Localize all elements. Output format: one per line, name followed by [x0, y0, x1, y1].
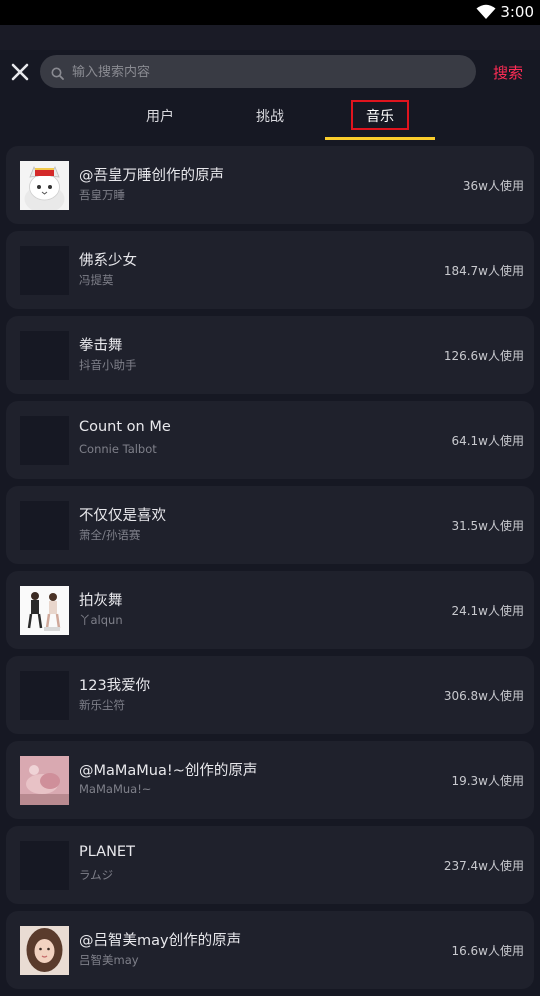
search-bar: 搜索 — [0, 50, 540, 96]
music-title: @吕智美may创作的原声 — [79, 933, 242, 949]
music-row[interactable]: @吕智美may创作的原声 吕智美may 16.6w人使用 — [6, 911, 534, 989]
music-title: 不仅仅是喜欢 — [79, 508, 166, 524]
search-input[interactable] — [70, 61, 464, 83]
music-title: Count on Me — [79, 419, 171, 435]
music-list: @吾皇万睡创作的原声 吾皇万睡 36w人使用 佛系少女 冯提莫 184.7w人使… — [6, 146, 534, 996]
music-usage-count: 19.3w人使用 — [451, 774, 524, 788]
tab-users[interactable]: 用户 — [120, 106, 200, 126]
music-title: 123我爱你 — [79, 678, 151, 694]
music-row[interactable]: 123我爱你 新乐尘符 306.8w人使用 — [6, 656, 534, 734]
music-usage-count: 64.1w人使用 — [451, 434, 524, 448]
music-usage-count: 36w人使用 — [462, 179, 524, 193]
music-usage-count: 306.8w人使用 — [443, 689, 524, 703]
music-cover — [20, 926, 69, 975]
music-title: PLANET — [79, 844, 135, 860]
music-row[interactable]: PLANET ラムジ 237.4w人使用 — [6, 826, 534, 904]
music-cover — [20, 841, 69, 890]
music-cover — [20, 586, 69, 635]
status-bar: 3:00 — [0, 0, 540, 25]
music-usage-count: 16.6w人使用 — [451, 944, 524, 958]
search-icon — [51, 65, 64, 84]
music-author: MaMaMua!~ — [79, 782, 152, 796]
search-box[interactable] — [40, 55, 476, 88]
music-row[interactable]: 拳击舞 抖音小助手 126.6w人使用 — [6, 316, 534, 394]
music-row[interactable]: 不仅仅是喜欢 萧全/孙语赛 31.5w人使用 — [6, 486, 534, 564]
music-author: 丫alqun — [79, 613, 123, 627]
music-cover — [20, 161, 69, 210]
music-usage-count: 126.6w人使用 — [443, 349, 524, 363]
music-cover — [20, 331, 69, 380]
music-row[interactable]: @MaMaMua!~创作的原声 MaMaMua!~ 19.3w人使用 — [6, 741, 534, 819]
music-author: 吾皇万睡 — [79, 188, 125, 202]
music-title: 拍灰舞 — [79, 593, 123, 609]
music-cover — [20, 246, 69, 295]
music-title: @吾皇万睡创作的原声 — [79, 168, 224, 184]
music-author: 抖音小助手 — [79, 358, 137, 372]
music-usage-count: 184.7w人使用 — [443, 264, 524, 278]
music-usage-count: 237.4w人使用 — [443, 859, 524, 873]
music-usage-count: 31.5w人使用 — [451, 519, 524, 533]
music-row[interactable]: 佛系少女 冯提莫 184.7w人使用 — [6, 231, 534, 309]
music-cover — [20, 416, 69, 465]
music-row[interactable]: 拍灰舞 丫alqun 24.1w人使用 — [6, 571, 534, 649]
music-title: 拳击舞 — [79, 338, 123, 354]
music-author: 冯提莫 — [79, 273, 114, 287]
search-button[interactable]: 搜索 — [493, 62, 523, 83]
music-author: 萧全/孙语赛 — [79, 528, 141, 542]
music-title: 佛系少女 — [79, 253, 137, 269]
status-time: 3:00 — [500, 3, 534, 21]
music-author: ラムジ — [79, 868, 114, 882]
tab-music[interactable]: 音乐 — [351, 100, 409, 130]
music-author: Connie Talbot — [79, 442, 157, 456]
close-icon[interactable] — [11, 63, 29, 81]
music-author: 吕智美may — [79, 953, 139, 967]
music-cover — [20, 501, 69, 550]
music-cover — [20, 671, 69, 720]
tab-bar: 用户 挑战 音乐 — [0, 96, 540, 140]
wifi-icon — [476, 4, 496, 24]
music-author: 新乐尘符 — [79, 698, 125, 712]
music-usage-count: 24.1w人使用 — [451, 604, 524, 618]
tab-active-indicator — [325, 137, 435, 140]
top-band — [0, 25, 540, 50]
music-title: @MaMaMua!~创作的原声 — [79, 763, 258, 779]
music-row[interactable]: Count on Me Connie Talbot 64.1w人使用 — [6, 401, 534, 479]
music-cover — [20, 756, 69, 805]
tab-challenge[interactable]: 挑战 — [230, 106, 310, 126]
music-row[interactable]: @吾皇万睡创作的原声 吾皇万睡 36w人使用 — [6, 146, 534, 224]
